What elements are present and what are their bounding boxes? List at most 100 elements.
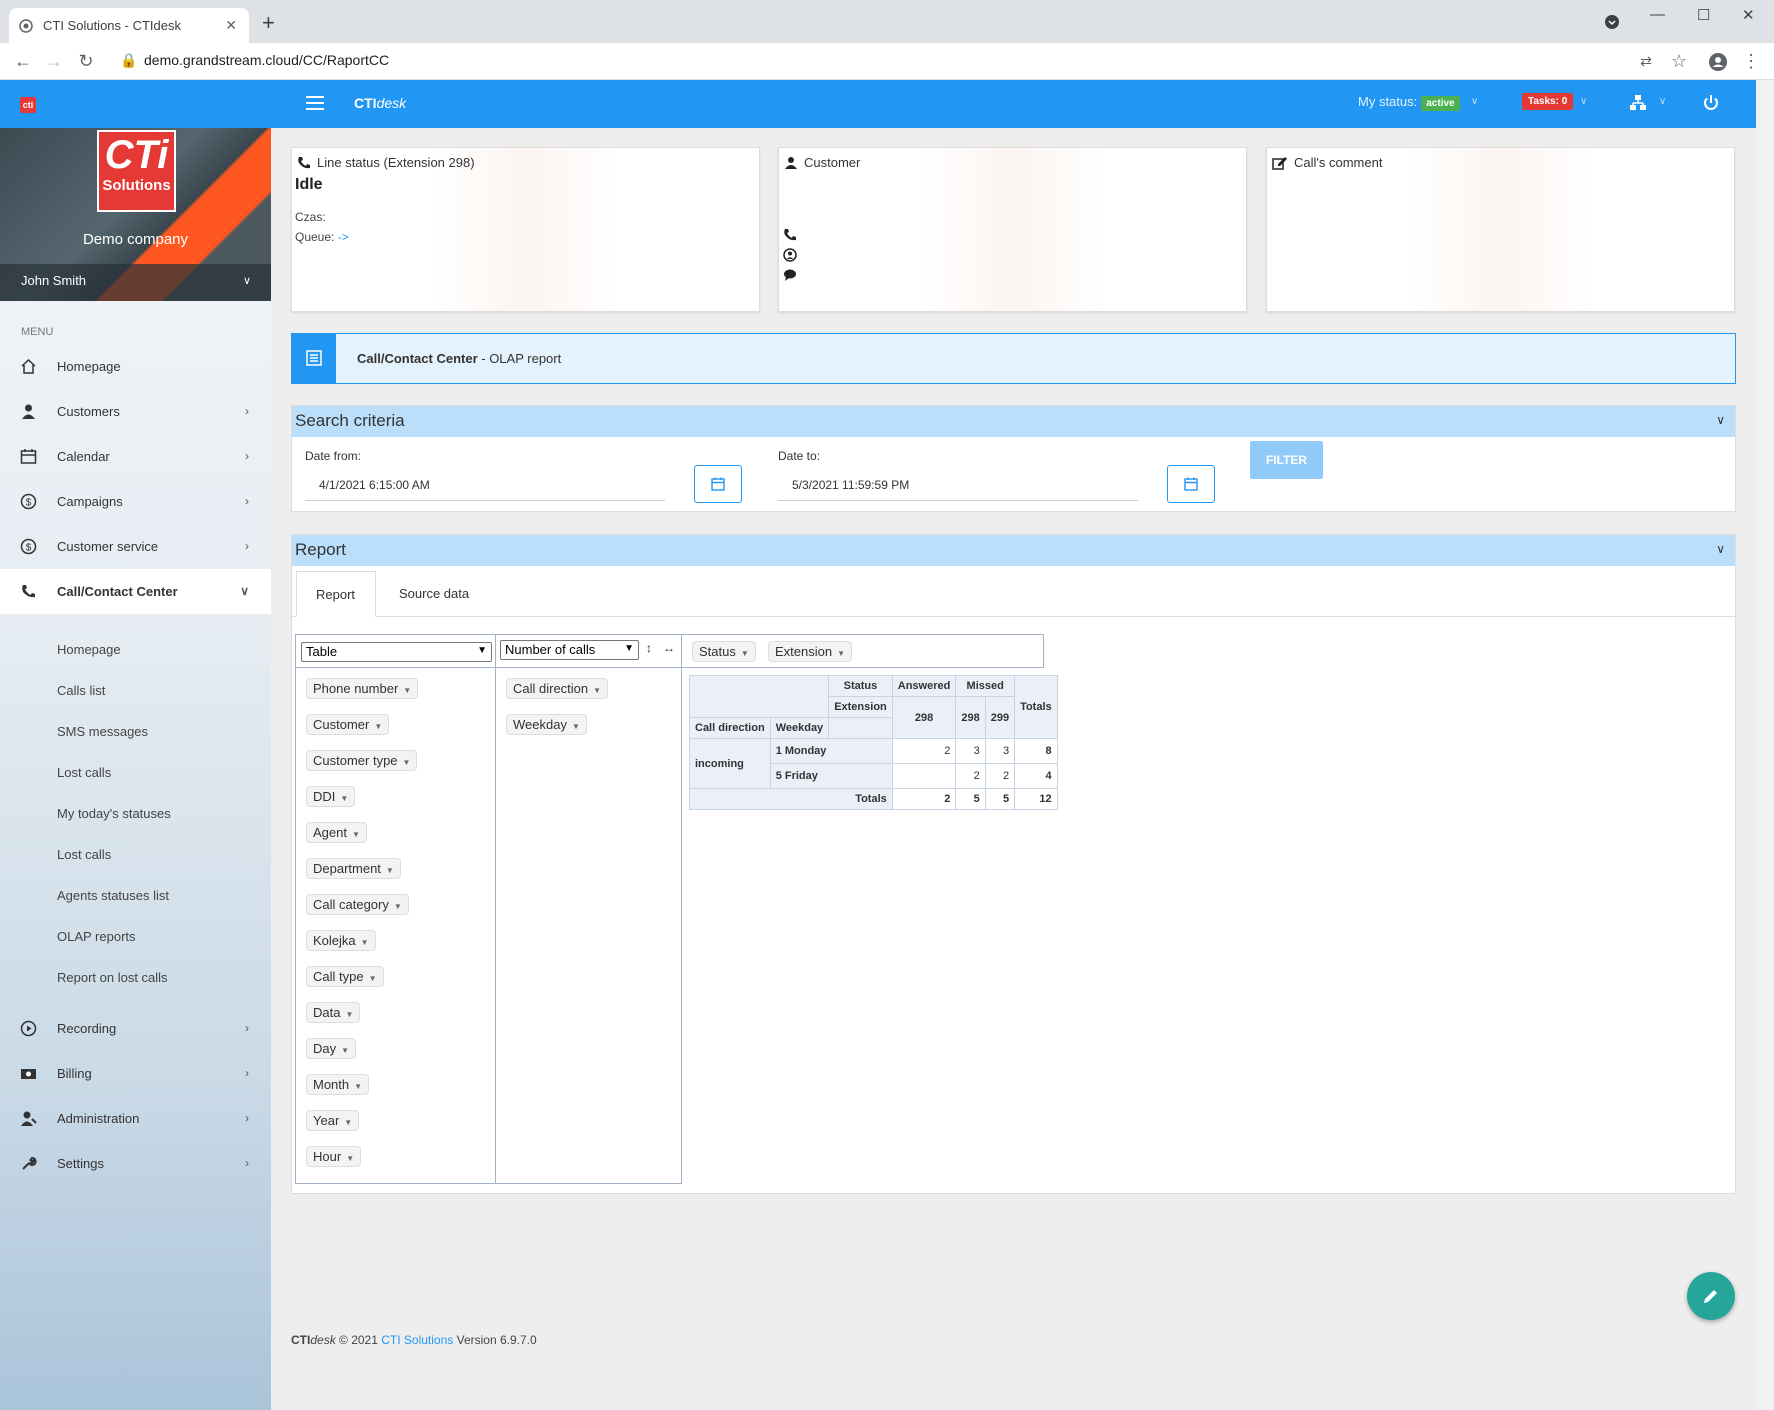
- pivot-header-missed: Missed: [955, 675, 1016, 697]
- svg-text:$: $: [26, 498, 32, 509]
- edit-fab-button[interactable]: [1687, 1272, 1735, 1320]
- new-tab-icon[interactable]: +: [262, 12, 275, 34]
- triangle-down-icon: ▼: [740, 649, 749, 658]
- report-panel: Report ∨ Report Source data Table ▼ Number…: [291, 534, 1736, 1194]
- search-criteria-panel: Search criteria ∨ Date from: 4/1/2021 6:1…: [291, 405, 1736, 512]
- pivot-field-customer-type[interactable]: Customer type ▼: [306, 750, 418, 771]
- browser-menu-icon[interactable]: ⋮: [1741, 52, 1761, 72]
- back-icon[interactable]: ←: [13, 52, 33, 72]
- close-tab-icon[interactable]: ✕: [225, 17, 237, 34]
- submenu-item-olap-reports[interactable]: OLAP reports: [57, 929, 136, 944]
- sidebar-item-billing[interactable]: Billing ›: [0, 1051, 271, 1096]
- page-title: Call/Contact Center - OLAP report: [357, 351, 562, 366]
- pivot-field-extension[interactable]: Extension ▼: [768, 641, 853, 662]
- renderer-cell: Table ▼: [295, 634, 496, 668]
- pivot-field-month[interactable]: Month ▼: [306, 1074, 370, 1095]
- account-icon[interactable]: [1708, 52, 1728, 72]
- submenu-item-agents-statuses-list[interactable]: Agents statuses list: [57, 888, 169, 903]
- triangle-down-icon: ▼: [837, 649, 846, 658]
- star-icon[interactable]: ☆: [1669, 52, 1689, 72]
- queue-link[interactable]: ->: [338, 230, 349, 244]
- date-from-calendar-button[interactable]: [694, 465, 742, 503]
- line-status-title: Line status (Extension 298): [297, 155, 475, 170]
- pivot-header-answered: Answered: [891, 675, 957, 697]
- chevron-down-icon[interactable]: ∨: [1716, 413, 1725, 427]
- scrollbar[interactable]: [1756, 80, 1774, 1410]
- submenu-item-my-todays-statuses[interactable]: My today's statuses: [57, 806, 171, 821]
- app-logo-icon[interactable]: cti: [20, 97, 36, 113]
- pivot-field-data[interactable]: Data ▼: [306, 1002, 361, 1023]
- browser-tab[interactable]: CTI Solutions - CTIdesk ✕: [9, 8, 249, 43]
- chevron-down-icon[interactable]: ∨: [1659, 96, 1666, 107]
- pivot-field-status[interactable]: Status ▼: [692, 641, 756, 662]
- pivot-field-kolejka[interactable]: Kolejka ▼: [306, 930, 376, 951]
- col-order-icon[interactable]: ↔: [663, 641, 675, 655]
- sidebar-item-campaigns[interactable]: $ Campaigns ›: [0, 479, 271, 524]
- chevron-down-icon[interactable]: ∨: [1716, 542, 1725, 556]
- aggregator-select[interactable]: Number of calls ▼: [500, 640, 639, 660]
- sitemap-icon[interactable]: [1629, 94, 1647, 112]
- profile-menu-icon[interactable]: [1604, 14, 1620, 30]
- sidebar-item-homepage[interactable]: Homepage: [0, 344, 271, 389]
- pivot-field-ddi[interactable]: DDI ▼: [306, 786, 356, 807]
- user-menu[interactable]: John Smith ∨: [0, 264, 271, 301]
- pivot-field-phone-number[interactable]: Phone number ▼: [306, 678, 419, 699]
- submenu-item-sms-messages[interactable]: SMS messages: [57, 724, 148, 739]
- url-field[interactable]: 🔒 demo.grandstream.cloud/CC/RaportCC: [120, 52, 389, 69]
- pivot-field-year[interactable]: Year ▼: [306, 1110, 360, 1131]
- chevron-down-icon[interactable]: ∨: [243, 274, 251, 287]
- sidebar-item-calendar[interactable]: Calendar ›: [0, 434, 271, 479]
- tab-report[interactable]: Report: [296, 571, 376, 617]
- footer-company-link[interactable]: CTI Solutions: [381, 1333, 453, 1347]
- pivot-field-weekday[interactable]: Weekday ▼: [506, 714, 587, 735]
- status-badge[interactable]: active: [1421, 96, 1460, 111]
- power-icon[interactable]: [1702, 94, 1720, 112]
- reload-icon[interactable]: ↻: [76, 52, 96, 72]
- forward-icon[interactable]: →: [44, 52, 64, 72]
- pivot-field-hour[interactable]: Hour ▼: [306, 1146, 362, 1167]
- submenu-item-report-on-lost-calls[interactable]: Report on lost calls: [57, 970, 168, 985]
- pivot-field-call-category[interactable]: Call category ▼: [306, 894, 409, 915]
- date-from-input[interactable]: 4/1/2021 6:15:00 AM: [305, 469, 665, 501]
- sidebar-item-customer-service[interactable]: $ Customer service ›: [0, 524, 271, 569]
- chevron-down-icon[interactable]: ∨: [1580, 96, 1587, 107]
- triangle-down-icon: ▼: [393, 902, 402, 911]
- filter-button[interactable]: FILTER: [1250, 441, 1323, 479]
- row-order-icon[interactable]: ↕: [646, 641, 652, 655]
- pivot-field-department[interactable]: Department ▼: [306, 858, 401, 879]
- app-brand: CTIdesk: [354, 95, 407, 111]
- renderer-select[interactable]: Table ▼: [301, 642, 492, 662]
- search-criteria-header[interactable]: Search criteria ∨: [292, 406, 1735, 437]
- pivot-header-status: Status: [828, 675, 893, 697]
- sidebar-item-settings[interactable]: Settings ›: [0, 1141, 271, 1186]
- chevron-down-icon[interactable]: ∨: [1471, 96, 1478, 107]
- triangle-down-icon: ▼: [368, 974, 377, 983]
- maximize-icon[interactable]: ☐: [1697, 6, 1710, 24]
- submenu-item-lost-calls[interactable]: Lost calls: [57, 765, 111, 780]
- sidebar-item-call-contact-center[interactable]: Call/Contact Center ∨: [0, 569, 271, 614]
- main-content: Line status (Extension 298) Idle Czas: Q…: [271, 128, 1756, 1410]
- pivot-field-call-type[interactable]: Call type ▼: [306, 966, 384, 987]
- pivot-field-agent[interactable]: Agent ▼: [306, 822, 367, 843]
- hamburger-menu-icon[interactable]: [306, 96, 324, 114]
- minimize-icon[interactable]: —: [1650, 6, 1665, 23]
- date-to-calendar-button[interactable]: [1167, 465, 1215, 503]
- pivot-field-call-direction[interactable]: Call direction ▼: [506, 678, 609, 699]
- pivot-field-customer[interactable]: Customer ▼: [306, 714, 390, 735]
- pivot-field-day[interactable]: Day ▼: [306, 1038, 357, 1059]
- sidebar-item-recording[interactable]: Recording ›: [0, 1006, 271, 1051]
- report-header[interactable]: Report ∨: [292, 535, 1735, 566]
- pivot-cell: 2: [984, 763, 1016, 789]
- my-status[interactable]: My status: active: [1358, 94, 1460, 111]
- close-window-icon[interactable]: ✕: [1742, 6, 1755, 24]
- tab-source-data[interactable]: Source data: [399, 586, 469, 601]
- sidebar-item-administration[interactable]: Administration ›: [0, 1096, 271, 1141]
- submenu-item-lost-calls-2[interactable]: Lost calls: [57, 847, 111, 862]
- date-to-input[interactable]: 5/3/2021 11:59:59 PM: [778, 469, 1138, 501]
- tasks-badge[interactable]: Tasks: 0: [1522, 93, 1574, 110]
- customer-card: Customer: [778, 147, 1247, 312]
- sidebar-item-customers[interactable]: Customers ›: [0, 389, 271, 434]
- submenu-item-homepage[interactable]: Homepage: [57, 642, 121, 657]
- submenu-item-calls-list[interactable]: Calls list: [57, 683, 105, 698]
- translate-icon[interactable]: ⇄: [1636, 52, 1656, 72]
